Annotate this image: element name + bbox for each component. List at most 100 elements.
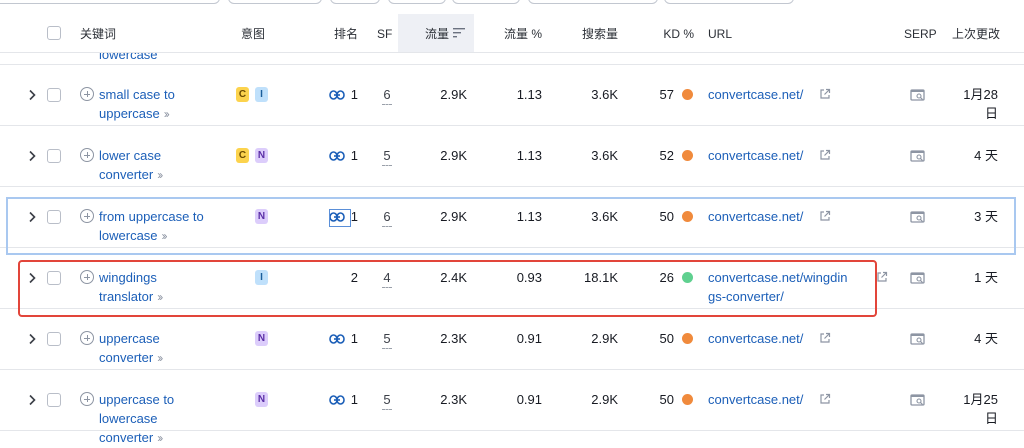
select-all-checkbox[interactable] xyxy=(47,26,61,40)
volume-value: 3.6K xyxy=(591,87,618,102)
row-checkbox[interactable] xyxy=(47,332,61,346)
volume-value: 2.9K xyxy=(591,331,618,346)
intent-badge: N xyxy=(255,148,268,163)
header-volume[interactable]: 搜索量 xyxy=(560,14,618,52)
traffic-pct-value: 0.91 xyxy=(516,392,542,407)
traffic-value: 2.9K xyxy=(440,148,467,163)
traffic-value: 2.3K xyxy=(440,392,467,407)
updated-line: 1 天 xyxy=(974,270,998,285)
filter-button[interactable] xyxy=(452,0,520,4)
filter-button[interactable] xyxy=(228,0,322,4)
sf-value[interactable]: 5 xyxy=(382,390,392,410)
row-checkbox[interactable] xyxy=(47,393,61,407)
row-checkbox[interactable] xyxy=(47,88,61,102)
serp-snapshot-icon[interactable] xyxy=(910,393,926,407)
filter-button[interactable] xyxy=(388,0,446,4)
serp-snapshot-icon[interactable] xyxy=(910,332,926,346)
serp-snapshot-icon[interactable] xyxy=(910,88,926,102)
external-link-icon[interactable] xyxy=(819,149,831,161)
url-line: convertcase.net/ xyxy=(708,87,804,102)
traffic-value: 2.3K xyxy=(440,331,467,346)
url-line: convertcase.net/ xyxy=(708,148,804,163)
external-link-icon[interactable] xyxy=(819,88,831,100)
sf-value[interactable]: 5 xyxy=(382,146,392,166)
keyword-line: uppercase xyxy=(99,106,160,121)
header-updated[interactable]: 上次更改 xyxy=(952,14,1000,52)
keyword-link[interactable]: uppercase converter ›› xyxy=(99,329,224,368)
traffic-pct-value: 0.91 xyxy=(516,331,542,346)
keyword-line: converter xyxy=(99,167,154,182)
chevron-double-right-icon: ›› xyxy=(163,107,170,121)
intent-badge: I xyxy=(255,87,268,102)
plus-circle-icon[interactable] xyxy=(80,331,94,345)
plus-circle-icon[interactable] xyxy=(80,148,94,162)
table-row[interactable]: uppercase converter ›› N 1 5 2.3K 0.91 2.9K 50 con… xyxy=(0,308,1024,370)
filter-button[interactable] xyxy=(330,0,380,4)
chevron-double-right-icon: ›› xyxy=(157,168,163,182)
sf-value[interactable]: 5 xyxy=(382,329,392,349)
filter-button[interactable] xyxy=(528,0,658,4)
url-link[interactable]: convertcase.net/ xyxy=(708,329,803,348)
url-link[interactable]: convertcase.net/ xyxy=(708,390,803,409)
header-traffic[interactable]: 流量 xyxy=(405,14,449,52)
updated-line: 4 天 xyxy=(974,148,998,163)
external-link-icon[interactable] xyxy=(819,332,831,344)
keyword-link[interactable]: small case to uppercase ›› xyxy=(99,85,224,124)
kd-difficulty-dot xyxy=(682,333,693,344)
annotation-red-box xyxy=(18,260,877,317)
url-link[interactable]: convertcase.net/ xyxy=(708,85,803,104)
chevron-right-icon[interactable] xyxy=(27,333,37,345)
header-keyword[interactable]: 关键词 xyxy=(80,14,116,52)
intent-badge: N xyxy=(255,392,268,407)
updated-value: 1月28 日 xyxy=(944,85,998,123)
kd-difficulty-dot xyxy=(682,150,693,161)
row-checkbox[interactable] xyxy=(47,149,61,163)
header-sf[interactable]: SF xyxy=(377,14,392,52)
filter-button[interactable] xyxy=(0,0,220,4)
sort-descending-icon[interactable] xyxy=(453,28,465,38)
keyword-line: small case to xyxy=(99,87,175,102)
url-line: convertcase.net/ xyxy=(708,392,804,407)
traffic-value: 2.9K xyxy=(440,87,467,102)
intent-badge: C xyxy=(236,148,249,163)
header-kd[interactable]: KD % xyxy=(640,14,694,52)
chevron-right-icon[interactable] xyxy=(27,89,37,101)
rank-value: 1 xyxy=(350,331,358,346)
keyword-link[interactable]: uppercase to lowercase converter ›› xyxy=(99,390,224,448)
keyword-line: uppercase to xyxy=(99,392,175,407)
filter-button[interactable] xyxy=(664,0,794,4)
keyword-line: uppercase xyxy=(99,331,160,346)
plus-circle-icon[interactable] xyxy=(80,392,94,406)
rank-value: 1 xyxy=(350,392,358,407)
table-row[interactable]: lower case converter ›› C N 1 5 2.9K 1.13 3.6K 52 c… xyxy=(0,125,1024,187)
rank-value: 1 xyxy=(350,148,358,163)
table-row[interactable]: small case to uppercase ›› C I 1 6 2.9K 1.13 3.6K… xyxy=(0,64,1024,126)
header-rank[interactable]: 排名 xyxy=(320,14,358,52)
header-traffic-pct[interactable]: 流量 % xyxy=(480,14,542,52)
keyword-link[interactable]: lower case converter ›› xyxy=(99,146,224,185)
serp-snapshot-icon[interactable] xyxy=(910,271,926,285)
volume-value: 2.9K xyxy=(591,392,618,407)
kd-value: 50 xyxy=(659,331,674,346)
header-serp: SERP xyxy=(904,27,937,41)
url-link[interactable]: convertcase.net/ xyxy=(708,146,803,165)
keyword-line: converter xyxy=(99,430,154,445)
kd-difficulty-dot xyxy=(682,394,693,405)
chevron-right-icon[interactable] xyxy=(27,150,37,162)
keyword-link[interactable]: lowercase xyxy=(99,53,224,64)
updated-line: 日 xyxy=(984,411,998,426)
updated-line: 日 xyxy=(984,106,998,121)
header-intent[interactable]: 意图 xyxy=(241,14,265,52)
keyword-line: lower case xyxy=(99,148,162,163)
updated-line: 1月25 xyxy=(963,392,998,407)
focus-cursor xyxy=(329,209,351,227)
plus-circle-icon[interactable] xyxy=(80,87,94,101)
external-link-icon[interactable] xyxy=(819,393,831,405)
chevron-right-icon[interactable] xyxy=(27,394,37,406)
header-url[interactable]: URL xyxy=(708,14,732,52)
serp-snapshot-icon[interactable] xyxy=(910,149,926,163)
sf-value[interactable]: 6 xyxy=(382,85,392,105)
external-link-icon[interactable] xyxy=(876,271,888,283)
keyword-line: lowercase xyxy=(99,411,158,426)
table-row[interactable]: uppercase to lowercase converter ›› N 1 5 2.3K 0… xyxy=(0,369,1024,445)
